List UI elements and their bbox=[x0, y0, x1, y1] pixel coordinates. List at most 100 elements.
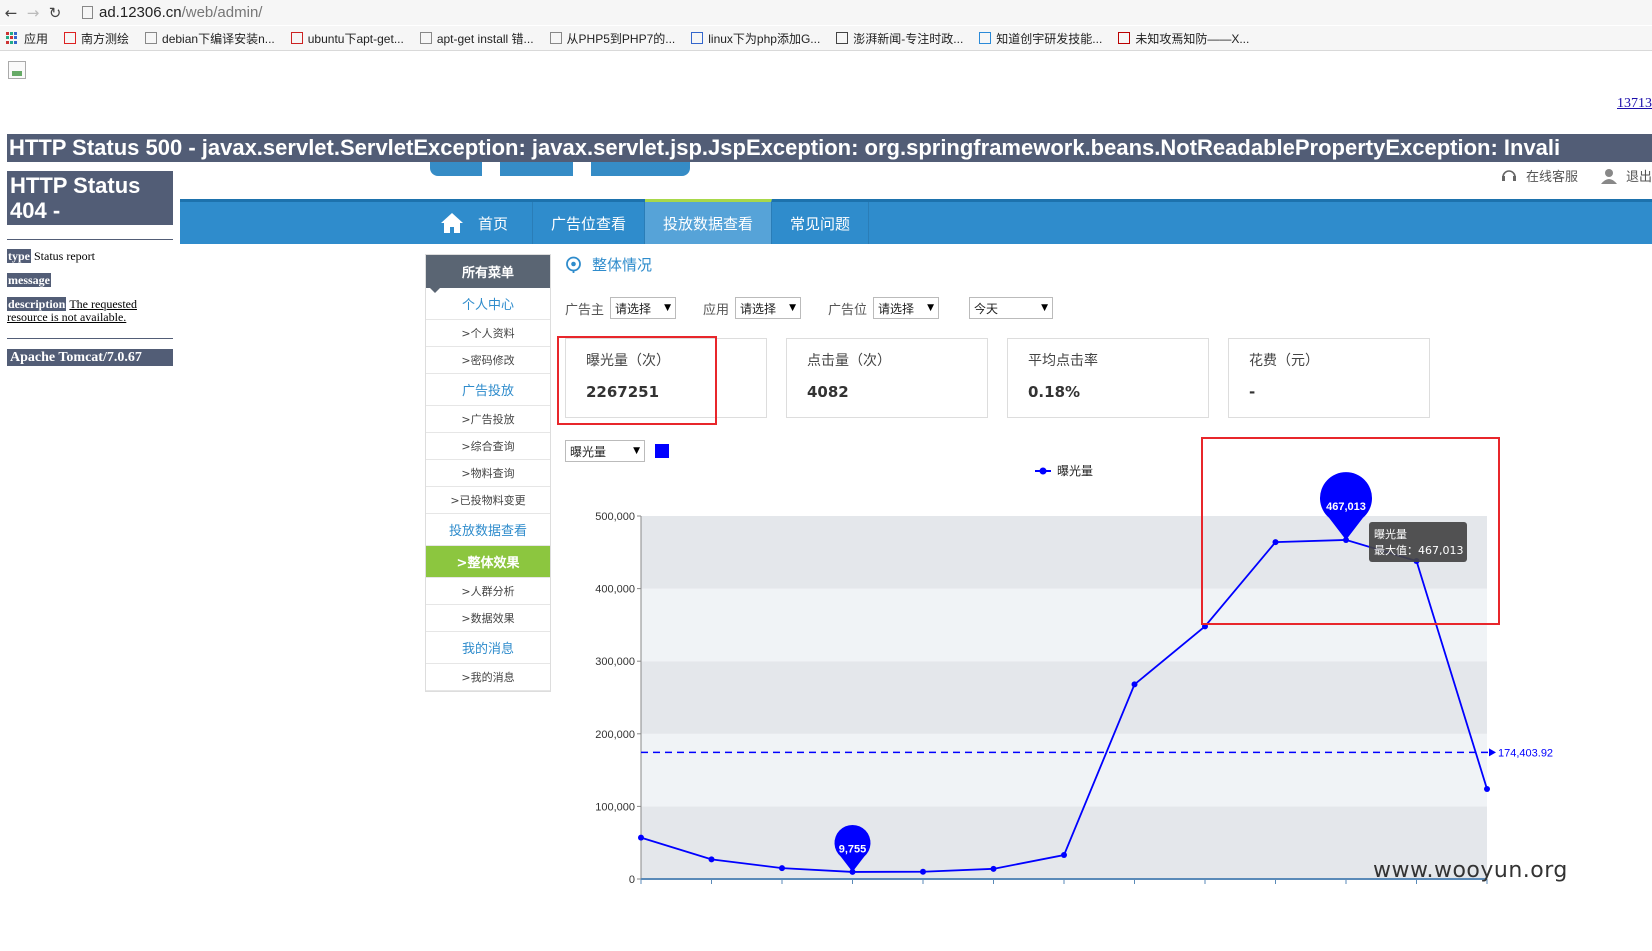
plot-band bbox=[641, 733, 1487, 807]
sidebar-section-ads[interactable]: 广告投放 bbox=[426, 374, 550, 406]
sidebar-item-ad-delivery[interactable]: >广告投放 bbox=[426, 406, 550, 433]
series-point bbox=[708, 856, 715, 863]
advertiser-label: 广告主 bbox=[565, 302, 605, 318]
average-arrow bbox=[1489, 748, 1496, 757]
page-title-text: 整体情况 bbox=[592, 255, 653, 274]
min-marker-label: 9,755 bbox=[839, 844, 867, 856]
y-tick-label: 400,000 bbox=[595, 584, 635, 596]
y-tick-label: 100,000 bbox=[595, 801, 635, 813]
series-point bbox=[638, 834, 644, 841]
average-label: 174,403.92 bbox=[1498, 747, 1553, 759]
stat-label: 平均点击率 bbox=[1028, 353, 1098, 369]
app-select[interactable]: 请选择 ▼ bbox=[735, 297, 802, 319]
reload-icon[interactable]: ↻ bbox=[44, 2, 66, 24]
sidebar: 所有菜单 个人中心 >个人资料 >密码修改 广告投放 >广告投放 >综合查询 >… bbox=[425, 254, 551, 692]
bookmark-item[interactable]: 从PHP5到PHP7的... bbox=[549, 30, 676, 47]
bookmark-label: 知道创宇研发技能... bbox=[996, 31, 1103, 46]
bookmark-label: 南方测绘 bbox=[81, 31, 130, 46]
report-description: description The requested resource is not… bbox=[7, 297, 173, 324]
page-title: 整体情况 bbox=[565, 254, 1652, 274]
sidebar-item-password[interactable]: >密码修改 bbox=[426, 347, 550, 374]
chevron-down-icon: ▼ bbox=[927, 303, 935, 313]
logout-label: 退出 bbox=[1625, 170, 1652, 185]
filter-bar: 广告主 请选择 ▼ 应用 请选择 ▼ 广告位 请选择 ▼ 今天 ▼ bbox=[565, 297, 1054, 319]
sidebar-item-data-effect[interactable]: >数据效果 bbox=[426, 605, 550, 632]
phone-link[interactable]: 13713 bbox=[1617, 96, 1652, 112]
logout-link[interactable]: 退出 bbox=[1600, 166, 1652, 185]
highlight-box bbox=[1201, 437, 1500, 625]
url-host: ad.12306.cn bbox=[99, 4, 182, 21]
home-icon bbox=[441, 213, 463, 233]
error-404-panel: HTTP Status 404 - type Status report mess… bbox=[7, 171, 173, 366]
divider bbox=[7, 338, 173, 339]
sidebar-section-personal[interactable]: 个人中心 bbox=[426, 288, 550, 320]
advertiser-select[interactable]: 请选择 ▼ bbox=[610, 297, 677, 319]
sidebar-item-material-query[interactable]: >物料查询 bbox=[426, 460, 550, 487]
divider bbox=[7, 239, 173, 240]
nav-faq[interactable]: 常见问题 bbox=[772, 202, 870, 244]
bookmark-item[interactable]: ubuntu下apt-get... bbox=[290, 30, 404, 47]
online-service-link[interactable]: 在线客服 bbox=[1500, 166, 1578, 185]
sidebar-section-messages[interactable]: 我的消息 bbox=[426, 632, 550, 664]
bookmark-item[interactable]: linux下为php添加G... bbox=[691, 30, 820, 47]
slot-value: 请选择 bbox=[878, 301, 915, 316]
address-bar: ← → ↻ ad.12306.cn/web/admin/ bbox=[0, 0, 1652, 25]
series-point bbox=[920, 868, 926, 875]
bookmark-label: ubuntu下apt-get... bbox=[307, 31, 404, 46]
main-nav: 首页 广告位查看 投放数据查看 常见问题 bbox=[180, 199, 1652, 244]
report-type-value: Status report bbox=[34, 249, 95, 263]
series-point bbox=[779, 865, 785, 872]
stat-card-ctr: 平均点击率 0.18% bbox=[1007, 338, 1209, 418]
back-icon[interactable]: ← bbox=[0, 2, 22, 24]
bookmark-item[interactable]: apt-get install 错... bbox=[419, 30, 534, 47]
sidebar-item-my-messages[interactable]: >我的消息 bbox=[426, 664, 550, 691]
page-icon bbox=[82, 6, 93, 19]
y-tick-label: 300,000 bbox=[595, 656, 635, 668]
admin-app: 在线客服 退出 首页 广告位查看 投放数据查看 常见问题 所有菜单 个人中心 >… bbox=[180, 162, 1652, 947]
y-tick-label: 500,000 bbox=[595, 511, 635, 523]
bookmark-label: 未知攻焉知防——X... bbox=[1135, 31, 1250, 46]
sidebar-item-material-change[interactable]: >已投物料变更 bbox=[426, 487, 550, 514]
sidebar-item-profile[interactable]: >个人资料 bbox=[426, 320, 550, 347]
bookmark-item[interactable]: 未知攻焉知防——X... bbox=[1118, 30, 1249, 47]
chevron-down-icon: ▼ bbox=[789, 303, 797, 313]
bookmark-favicon-icon bbox=[549, 32, 562, 44]
bookmark-favicon-icon bbox=[836, 32, 849, 44]
nav-home[interactable]: 首页 bbox=[440, 202, 534, 244]
date-range-value: 今天 bbox=[974, 301, 999, 316]
bookmark-favicon-icon bbox=[1118, 32, 1131, 44]
sidebar-title: 所有菜单 bbox=[426, 255, 550, 293]
nav-ad-slots[interactable]: 广告位查看 bbox=[533, 202, 646, 244]
bookmark-favicon-icon bbox=[691, 32, 704, 44]
bookmark-label: 从PHP5到PHP7的... bbox=[566, 31, 676, 46]
y-tick-label: 0 bbox=[629, 874, 635, 886]
url-field[interactable]: ad.12306.cn/web/admin/ bbox=[82, 4, 262, 21]
bookmark-item[interactable]: 知道创宇研发技能... bbox=[979, 30, 1102, 47]
sidebar-item-overall-effect[interactable]: >整体效果 bbox=[426, 546, 550, 578]
advertiser-value: 请选择 bbox=[615, 301, 652, 316]
bookmark-item[interactable]: 南方测绘 bbox=[64, 30, 129, 47]
forward-icon[interactable]: → bbox=[22, 2, 44, 24]
plot-band bbox=[641, 661, 1487, 734]
plot-band bbox=[641, 806, 1487, 879]
site-logo bbox=[430, 162, 690, 178]
bookmark-label: linux下为php添加G... bbox=[708, 31, 821, 46]
slot-select[interactable]: 请选择 ▼ bbox=[873, 297, 940, 319]
bookmark-apps[interactable]: 应用 bbox=[0, 30, 48, 47]
user-icon bbox=[1600, 168, 1617, 184]
report-type-label: type bbox=[7, 249, 31, 263]
bookmark-favicon-icon bbox=[979, 32, 992, 44]
overview-icon bbox=[566, 256, 581, 273]
bookmark-favicon-icon bbox=[419, 32, 432, 44]
date-range-select[interactable]: 今天 ▼ bbox=[969, 297, 1054, 319]
chevron-down-icon: ▼ bbox=[664, 303, 672, 313]
stat-value: 4082 bbox=[807, 383, 849, 401]
sidebar-item-overall-query[interactable]: >综合查询 bbox=[426, 433, 550, 460]
sidebar-item-audience[interactable]: >人群分析 bbox=[426, 578, 550, 605]
series-point bbox=[1061, 852, 1067, 859]
report-type: type Status report bbox=[7, 249, 173, 263]
sidebar-section-delivery-data[interactable]: 投放数据查看 bbox=[426, 514, 550, 546]
bookmark-item[interactable]: 澎湃新闻-专注时政... bbox=[836, 30, 963, 47]
nav-delivery-data[interactable]: 投放数据查看 bbox=[645, 199, 773, 244]
bookmark-item[interactable]: debian下编译安装n... bbox=[145, 30, 275, 47]
